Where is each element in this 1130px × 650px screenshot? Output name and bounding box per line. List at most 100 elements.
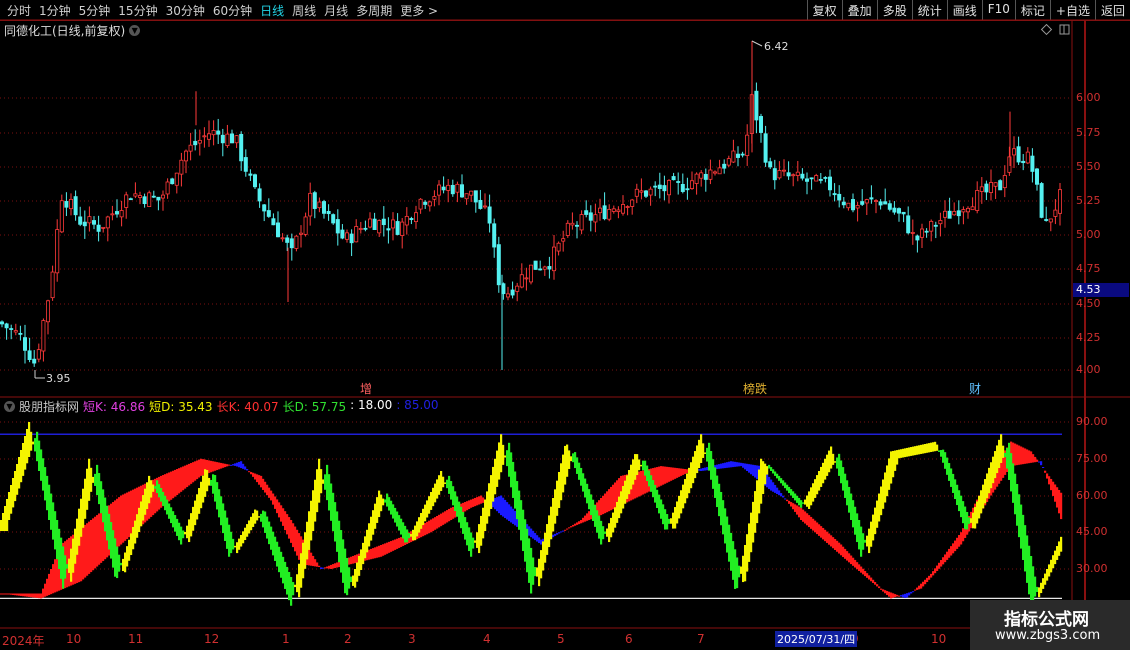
candle-body: [740, 153, 745, 156]
long-band: [612, 484, 615, 510]
short-band: [4, 506, 7, 532]
long-band: [66, 539, 69, 588]
candle-body: [791, 174, 796, 177]
long-band: [660, 466, 663, 486]
long-band: [268, 487, 271, 498]
long-band: [722, 463, 725, 469]
short-band: [600, 520, 603, 545]
long-band: [430, 519, 433, 533]
candle-body: [772, 168, 777, 181]
short-band: [290, 577, 293, 606]
long-band: [42, 588, 45, 598]
candle-body: [1044, 219, 1049, 221]
event-marker[interactable]: 财: [969, 380, 981, 397]
candle-body: [59, 200, 64, 233]
short-band: [708, 442, 711, 471]
short-band: [660, 499, 663, 519]
candle-body: [662, 185, 667, 192]
long-band: [16, 593, 19, 596]
short-band: [1034, 576, 1037, 597]
short-band: [352, 575, 355, 586]
short-band: [926, 443, 929, 453]
long-band: [796, 505, 799, 515]
short-band: [140, 501, 143, 527]
short-band: [674, 507, 677, 529]
long-band: [924, 579, 927, 585]
short-band: [676, 501, 679, 524]
short-band: [372, 510, 375, 535]
candle-body: [289, 238, 294, 249]
candle-body: [395, 221, 400, 235]
candle-body: [505, 293, 510, 298]
candle-body: [372, 218, 377, 231]
candle-body: [510, 289, 515, 296]
short-band: [996, 445, 999, 474]
short-band: [240, 534, 243, 547]
candle-body: [694, 173, 699, 184]
long-band: [48, 573, 51, 595]
long-band: [218, 462, 221, 470]
short-band: [402, 522, 405, 539]
long-band: [512, 508, 515, 524]
short-band: [294, 584, 297, 588]
long-band: [384, 543, 387, 555]
short-band: [718, 483, 721, 517]
indicator-value-3: 长D: 57.75: [282, 400, 347, 414]
candle-body: [699, 172, 704, 179]
short-band: [280, 551, 283, 578]
candle-body: [55, 229, 60, 274]
cursor-date-tag: 2025/07/31/四: [775, 631, 858, 647]
candle-body: [575, 224, 580, 227]
long-band: [166, 473, 169, 503]
long-band: [668, 467, 671, 482]
long-band: [222, 463, 225, 468]
short-band: [112, 530, 115, 568]
short-band: [318, 458, 321, 503]
short-band: [412, 529, 415, 541]
short-band: [946, 457, 949, 475]
short-band: [332, 492, 335, 532]
short-band: [234, 545, 237, 548]
long-band: [94, 516, 97, 569]
candle-body: [565, 222, 570, 236]
candle-body: [492, 223, 497, 248]
candle-body: [110, 213, 115, 216]
long-band: [822, 527, 825, 540]
candle-body: [639, 190, 644, 193]
long-band: [800, 507, 803, 520]
indicator-value-2: 长K: 40.07: [216, 400, 279, 414]
candle-body: [542, 266, 547, 270]
candle-body: [478, 199, 483, 209]
short-band: [512, 461, 515, 498]
short-band: [952, 473, 955, 493]
long-band: [658, 466, 661, 487]
short-band: [446, 479, 449, 489]
long-band: [178, 468, 181, 494]
short-band: [804, 499, 807, 505]
candle-body: [349, 233, 354, 244]
long-band: [498, 496, 501, 514]
event-marker[interactable]: 榜跌: [743, 380, 767, 397]
short-band: [836, 457, 839, 469]
short-band: [908, 447, 911, 457]
long-band: [1056, 487, 1059, 508]
candle-body: [593, 214, 598, 223]
short-band: [928, 443, 931, 453]
short-band: [654, 484, 657, 503]
event-marker[interactable]: 增: [360, 380, 372, 397]
short-band: [100, 481, 103, 514]
long-band: [238, 461, 241, 468]
candle-body: [473, 190, 478, 203]
short-band: [1022, 514, 1025, 561]
short-band: [284, 561, 287, 589]
short-band: [330, 483, 333, 521]
short-band: [884, 472, 887, 503]
candle-body: [469, 190, 474, 196]
indicator-axis-label: 30.00: [1076, 562, 1108, 575]
long-band: [262, 478, 265, 490]
short-band: [60, 537, 63, 579]
short-band: [452, 486, 455, 506]
long-band: [540, 539, 543, 545]
short-band: [212, 474, 215, 494]
chevron-down-icon[interactable]: ▼: [4, 401, 15, 412]
